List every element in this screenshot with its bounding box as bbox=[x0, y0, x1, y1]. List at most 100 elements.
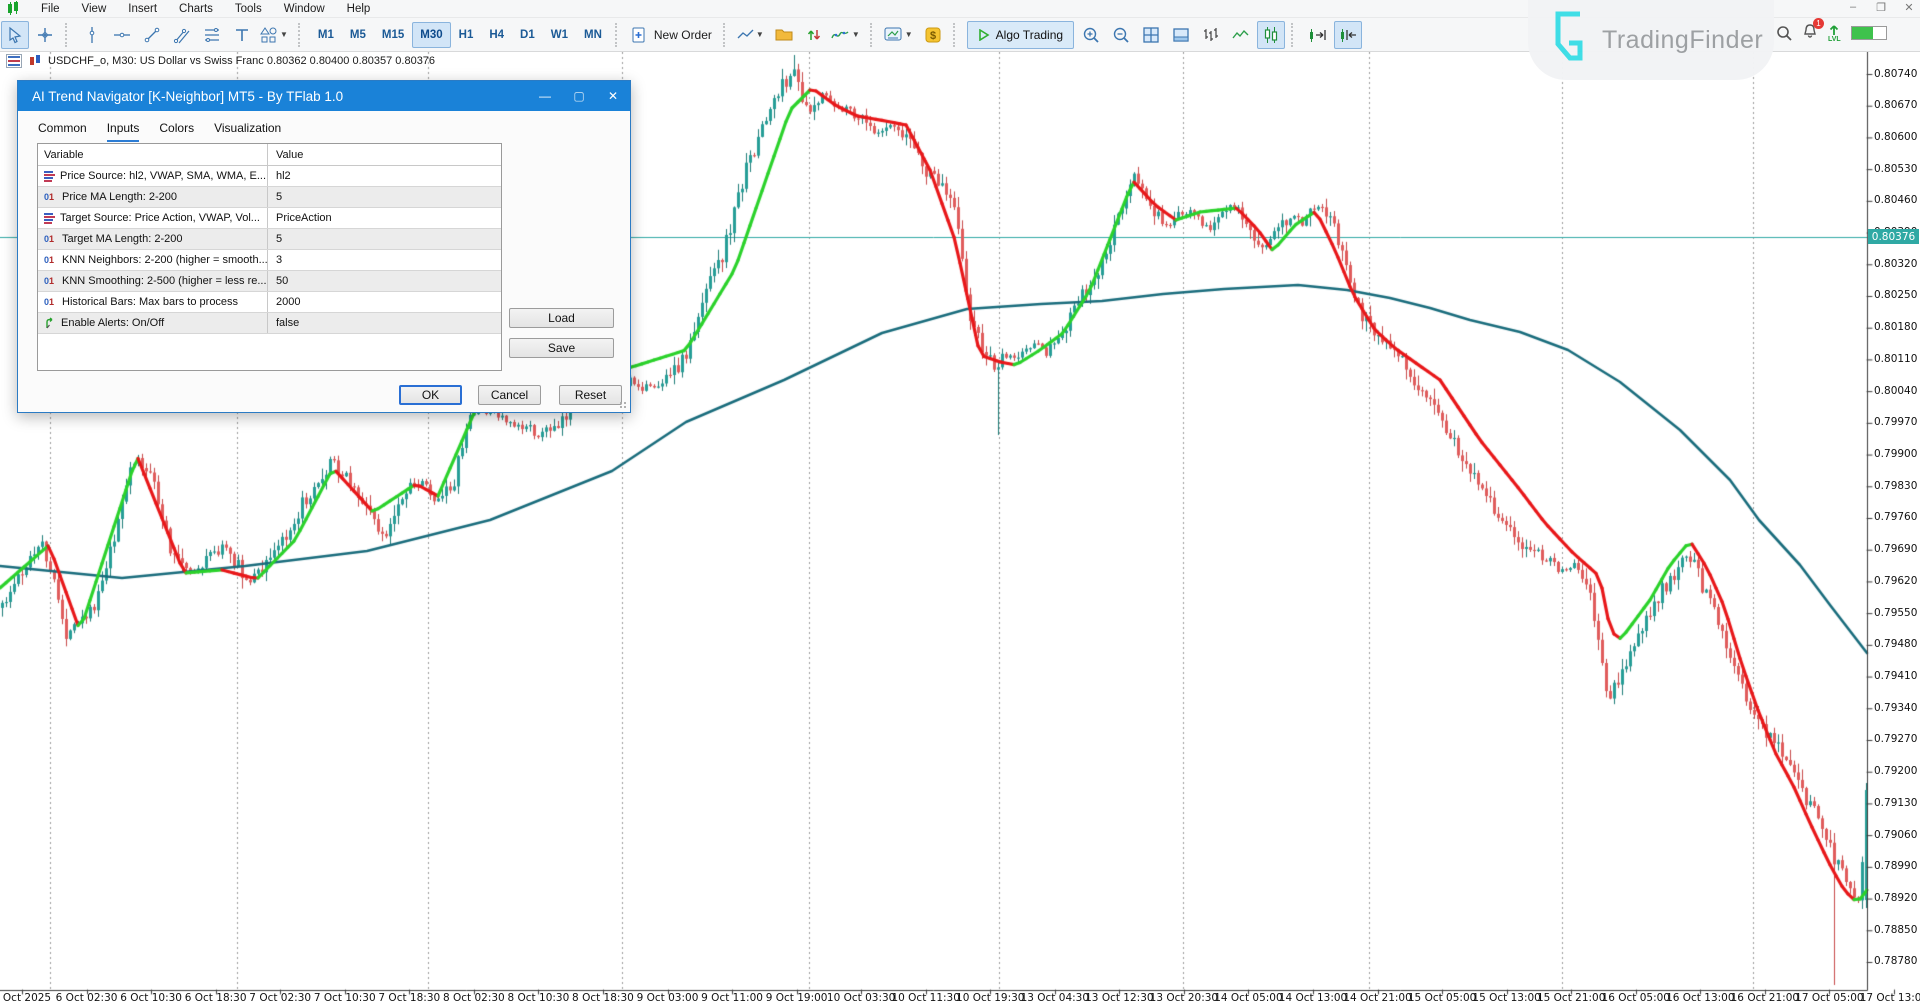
reset-button[interactable]: Reset bbox=[559, 385, 622, 405]
chart-type-icon[interactable]: ▼ bbox=[736, 21, 768, 49]
zoom-out-icon[interactable] bbox=[1107, 21, 1135, 49]
row-value[interactable]: PriceAction bbox=[267, 208, 499, 228]
shapes-icon[interactable]: ▼ bbox=[258, 21, 292, 49]
tab-visualization[interactable]: Visualization bbox=[214, 121, 281, 142]
row-value[interactable]: 50 bbox=[267, 271, 499, 291]
timeframe-w1[interactable]: W1 bbox=[543, 22, 576, 48]
timeframe-m15[interactable]: M15 bbox=[374, 22, 412, 48]
window-restore-icon[interactable]: ❐ bbox=[1874, 1, 1888, 14]
dialog-close-icon[interactable]: ✕ bbox=[596, 81, 630, 111]
timeframe-h1[interactable]: H1 bbox=[451, 22, 482, 48]
time-tick-label: 8 Oct 18:30 bbox=[572, 992, 634, 1004]
save-button[interactable]: Save bbox=[509, 338, 614, 358]
row-value[interactable]: 5 bbox=[267, 229, 499, 249]
menu-insert[interactable]: Insert bbox=[117, 3, 168, 15]
tab-inputs[interactable]: Inputs bbox=[107, 121, 140, 142]
row-value[interactable]: 5 bbox=[267, 187, 499, 207]
timeframe-h4[interactable]: H4 bbox=[481, 22, 512, 48]
ok-button[interactable]: OK bbox=[399, 385, 462, 405]
cursor-icon[interactable] bbox=[1, 21, 29, 49]
time-axis[interactable]: 3 Oct 20256 Oct 02:306 Oct 10:306 Oct 18… bbox=[0, 991, 1920, 1005]
text-icon[interactable] bbox=[228, 21, 256, 49]
table-row[interactable]: Enable Alerts: On/Off false bbox=[38, 313, 501, 334]
notifications-icon[interactable]: 1 bbox=[1802, 23, 1818, 44]
price-tick-label: 0.80040 bbox=[1874, 385, 1917, 397]
menu-window[interactable]: Window bbox=[273, 3, 336, 15]
load-button[interactable]: Load bbox=[509, 308, 614, 328]
candlestick-chart-icon[interactable] bbox=[1257, 21, 1285, 49]
shift-end-icon[interactable] bbox=[1304, 21, 1332, 49]
horizontal-line-icon[interactable] bbox=[108, 21, 136, 49]
time-tick-label: 17 Oct 05:00 bbox=[1795, 992, 1863, 1004]
table-row[interactable]: Price Source: hl2, VWAP, SMA, WMA, E... … bbox=[38, 166, 501, 187]
crosshair-icon[interactable] bbox=[31, 21, 59, 49]
bottom-panel-icon[interactable] bbox=[1167, 21, 1195, 49]
price-tick-label: 0.80180 bbox=[1874, 321, 1917, 333]
table-row[interactable]: 01KNN Smoothing: 2-500 (higher = less re… bbox=[38, 271, 501, 292]
trendline-icon[interactable] bbox=[138, 21, 166, 49]
row-variable: KNN Smoothing: 2-500 (higher = less re..… bbox=[62, 275, 267, 287]
window-minimize-icon[interactable]: – bbox=[1846, 1, 1860, 14]
menu-file[interactable]: File bbox=[30, 3, 71, 15]
row-value[interactable]: 3 bbox=[267, 250, 499, 270]
table-row[interactable]: 01Price MA Length: 2-200 5 bbox=[38, 187, 501, 208]
bar-chart-icon[interactable] bbox=[1197, 21, 1225, 49]
dialog-minimize-icon[interactable]: — bbox=[528, 81, 562, 111]
tab-colors[interactable]: Colors bbox=[159, 121, 194, 142]
tab-common[interactable]: Common bbox=[38, 121, 87, 142]
equidistant-channel-icon[interactable] bbox=[168, 21, 196, 49]
timeframe-d1[interactable]: D1 bbox=[512, 22, 543, 48]
toolbar-separator bbox=[298, 23, 305, 47]
cancel-button[interactable]: Cancel bbox=[478, 385, 541, 405]
table-row[interactable]: 01Historical Bars: Max bars to process 2… bbox=[38, 292, 501, 313]
price-axis[interactable]: 0.807400.806700.806000.805300.804600.803… bbox=[1869, 52, 1919, 990]
price-tick-label: 0.79480 bbox=[1874, 638, 1917, 650]
buy-sell-arrows-icon[interactable] bbox=[800, 21, 828, 49]
depth-of-market-icon[interactable] bbox=[6, 54, 22, 68]
row-value[interactable]: 2000 bbox=[267, 292, 499, 312]
lvl-icon[interactable]: LVL bbox=[1828, 24, 1841, 43]
timeframe-m1[interactable]: M1 bbox=[310, 22, 342, 48]
table-row[interactable]: Target Source: Price Action, VWAP, Vol..… bbox=[38, 208, 501, 229]
dialog-restore-icon[interactable]: ▢ bbox=[562, 81, 596, 111]
menu-view[interactable]: View bbox=[71, 3, 118, 15]
resize-grip[interactable] bbox=[619, 401, 628, 410]
timeframe-m5[interactable]: M5 bbox=[342, 22, 374, 48]
menu-help[interactable]: Help bbox=[336, 3, 382, 15]
row-value[interactable]: hl2 bbox=[267, 166, 499, 186]
symbol-strip: USDCHF_o, M30: US Dollar vs Swiss Franc … bbox=[6, 54, 435, 68]
column-header-variable: Variable bbox=[38, 149, 267, 161]
chevron-down-icon: ▼ bbox=[280, 30, 288, 39]
timeframe-m30[interactable]: M30 bbox=[412, 22, 450, 48]
new-order-icon[interactable] bbox=[628, 21, 650, 49]
line-chart-icon[interactable] bbox=[1227, 21, 1255, 49]
quotes-icon[interactable]: $ bbox=[919, 21, 947, 49]
menu-tools[interactable]: Tools bbox=[224, 3, 273, 15]
algo-trading-button[interactable]: Algo Trading bbox=[967, 21, 1074, 49]
row-value[interactable]: false bbox=[267, 313, 499, 333]
menu-charts[interactable]: Charts bbox=[168, 3, 224, 15]
template-icon[interactable]: ▼ bbox=[883, 21, 917, 49]
zoom-in-icon[interactable] bbox=[1077, 21, 1105, 49]
row-variable: Price MA Length: 2-200 bbox=[62, 191, 177, 203]
shift-back-icon[interactable] bbox=[1334, 21, 1362, 49]
time-tick-label: 10 Oct 11:30 bbox=[891, 992, 959, 1004]
fibonacci-icon[interactable] bbox=[198, 21, 226, 49]
price-tick-label: 0.78920 bbox=[1874, 892, 1917, 904]
price-tick-label: 0.79270 bbox=[1874, 733, 1917, 745]
chart-window-icon[interactable] bbox=[28, 55, 42, 67]
folder-icon[interactable] bbox=[770, 21, 798, 49]
timeframe-mn[interactable]: MN bbox=[576, 22, 610, 48]
search-icon[interactable] bbox=[1776, 25, 1792, 41]
new-order-button[interactable]: New Order bbox=[654, 28, 712, 42]
table-row[interactable]: 01KNN Neighbors: 2-200 (higher = smooth.… bbox=[38, 250, 501, 271]
toolbar-separator bbox=[65, 23, 72, 47]
table-row[interactable]: 01Target MA Length: 2-200 5 bbox=[38, 229, 501, 250]
tile-windows-icon[interactable] bbox=[1137, 21, 1165, 49]
vertical-line-icon[interactable] bbox=[78, 21, 106, 49]
window-controls: – ❐ ✕ bbox=[1846, 1, 1916, 14]
indicators-icon[interactable]: ▼ bbox=[830, 21, 864, 49]
window-close-icon[interactable]: ✕ bbox=[1902, 1, 1916, 14]
account-progress-bar bbox=[1851, 26, 1887, 40]
price-tick-label: 0.79060 bbox=[1874, 829, 1917, 841]
